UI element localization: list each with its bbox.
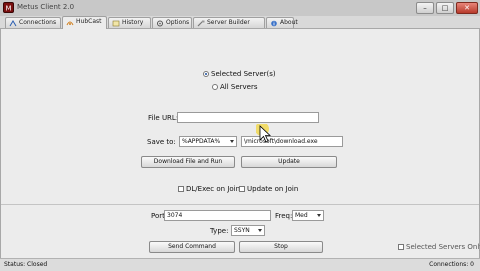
options-icon [157,20,163,27]
window-title: Metus Client 2.0 [17,3,75,11]
tab-label: HubCast [76,18,102,25]
hubcast-icon [66,21,74,26]
all-servers-radio[interactable] [212,84,218,90]
chevron-down-icon [230,140,234,143]
title-bar: M Metus Client 2.0 – □ ✕ [0,0,480,17]
update-on-join-label: Update on Join [247,185,299,193]
file-url-label: File URL: [148,114,179,122]
type-select[interactable]: SSYN [231,225,265,236]
tab-label: Options [166,19,190,26]
maximize-button[interactable]: □ [436,2,454,14]
tab-label: History [122,19,144,26]
tab-label: Connections [19,19,57,26]
about-icon [271,20,277,27]
svg-text:M: M [5,4,11,12]
dl-exec-on-join-checkbox[interactable] [178,186,184,192]
freq-select[interactable]: Med [292,210,324,221]
mouse-cursor-icon [256,124,272,143]
all-servers-label: All Servers [220,83,258,91]
send-command-button[interactable]: Send Command [149,241,235,253]
save-to-folder-select[interactable]: %APPDATA% [179,136,237,147]
tab-options[interactable]: Options [152,17,192,28]
freq-label: Freq: [275,212,293,220]
download-and-run-button[interactable]: Download File and Run [141,156,235,168]
section-divider [1,204,479,205]
save-to-folder-value: %APPDATA% [182,138,221,145]
selected-servers-only-checkbox[interactable] [398,244,404,250]
tab-label: Server Builder [207,19,250,26]
connections-count: Connections: 0 [429,261,474,268]
type-label: Type: [210,227,229,235]
minimize-button[interactable]: – [416,2,434,14]
tab-about[interactable]: About [266,17,298,28]
chevron-down-icon [258,229,262,232]
selected-servers-only-label: Selected Servers Only [406,243,480,251]
app-logo-icon: M [3,2,14,13]
tab-label: About [280,19,298,26]
chevron-down-icon [317,214,321,217]
connections-icon [9,20,17,27]
file-url-input[interactable] [177,112,319,123]
save-to-label: Save to: [147,138,176,146]
freq-value: Med [295,212,308,219]
tab-hubcast[interactable]: HubCast [62,16,107,29]
status-text: Status: Closed [4,261,48,268]
server-builder-icon [197,20,205,27]
type-value: SSYN [234,227,250,234]
dl-exec-on-join-label: DL/Exec on Join [186,185,241,193]
tab-server-builder[interactable]: Server Builder [193,17,265,28]
selected-servers-radio[interactable] [203,71,209,77]
update-button[interactable]: Update [241,156,337,168]
tab-connections[interactable]: Connections [5,17,61,28]
tab-history[interactable]: History [108,17,151,28]
history-icon [112,20,120,27]
status-bar: Status: Closed Connections: 0 [0,258,480,271]
tab-bar: Connections HubCast History Options Serv… [0,16,480,29]
hubcast-panel: Selected Server(s) All Servers File URL:… [0,28,480,260]
update-on-join-checkbox[interactable] [239,186,245,192]
close-button[interactable]: ✕ [456,2,478,14]
selected-servers-label: Selected Server(s) [211,70,276,78]
port-input[interactable]: 3074 [164,210,271,221]
stop-button[interactable]: Stop [239,241,323,253]
